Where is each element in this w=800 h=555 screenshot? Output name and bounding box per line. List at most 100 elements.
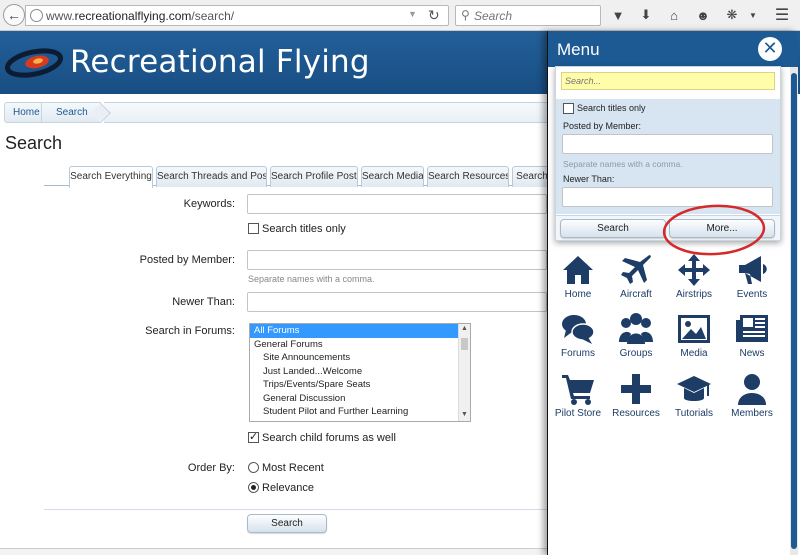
qs-titles-only-label: Search titles only — [577, 103, 646, 113]
airplane-icon — [621, 255, 651, 284]
search-child-forums-checkbox[interactable] — [248, 430, 259, 443]
breadcrumb: Home Search — [4, 102, 604, 123]
order-relevance-label: Relevance — [262, 482, 314, 494]
order-relevance-radio[interactable] — [248, 482, 259, 493]
close-icon[interactable]: ✕ — [758, 37, 782, 61]
menu-item-members[interactable]: Members — [722, 372, 782, 428]
search-child-forums-label: Search child forums as well — [262, 432, 396, 444]
forum-option[interactable]: Just Landed...Welcome — [250, 365, 470, 379]
tab-search-more[interactable]: Search — [512, 166, 552, 187]
megaphone-icon — [739, 256, 767, 284]
newer-than-label: Newer Than: — [172, 296, 235, 308]
posted-by-member-label: Posted by Member: — [139, 254, 235, 266]
qs-search-button[interactable]: Search — [560, 219, 666, 238]
qs-more-button[interactable]: More... — [669, 219, 775, 238]
qs-titles-only-checkbox[interactable] — [563, 103, 574, 114]
keywords-label: Keywords: — [183, 198, 235, 210]
address-bar[interactable]: www.recreationalflying.com/search/ ▼ ↻ — [25, 5, 449, 26]
picture-icon — [678, 315, 710, 343]
menu-item-resources[interactable]: Resources — [606, 372, 666, 428]
menu-item-groups[interactable]: Groups — [606, 312, 666, 368]
group-icon — [619, 313, 653, 344]
keywords-input[interactable] — [247, 194, 547, 214]
globe-icon — [30, 9, 43, 22]
chat-icon[interactable]: ☻ — [694, 6, 712, 24]
qs-member-input[interactable] — [562, 134, 773, 154]
tab-search-everything[interactable]: Search Everything — [69, 166, 153, 188]
order-by-label: Order By: — [187, 462, 235, 474]
site-title[interactable]: Recreational Flying — [70, 44, 370, 80]
quick-search-footer: Search More... — [556, 215, 780, 240]
menu-item-label: Tutorials — [675, 408, 713, 419]
order-most-recent-radio[interactable] — [248, 462, 259, 473]
qs-member-label: Posted by Member: — [563, 121, 642, 131]
menu-item-aircraft[interactable]: Aircraft — [606, 253, 666, 309]
move-arrows-icon — [678, 254, 710, 286]
menu-title: Menu — [557, 40, 600, 59]
back-arrow-icon[interactable]: ← — [3, 4, 25, 26]
download-icon[interactable]: ⬇ — [637, 6, 655, 24]
menu-item-tutorials[interactable]: Tutorials — [664, 372, 724, 428]
pocket-icon[interactable]: ▼ — [609, 6, 627, 24]
forum-option[interactable]: All Forums — [250, 324, 470, 338]
tab-search-media[interactable]: Search Media — [361, 166, 424, 187]
browser-search-box[interactable]: ⚲ — [455, 5, 601, 26]
menu-item-news[interactable]: News — [722, 312, 782, 368]
posted-by-member-input[interactable] — [247, 250, 547, 270]
forum-list-scrollbar[interactable]: ▲ ▼ — [458, 324, 470, 421]
home-icon[interactable]: ⌂ — [665, 6, 683, 24]
logo-swoosh-icon[interactable] — [4, 45, 66, 81]
search-submit-button[interactable]: Search — [247, 514, 327, 533]
history-dropdown-icon[interactable]: ▼ — [408, 9, 417, 19]
search-titles-only-label: Search titles only — [262, 223, 346, 235]
plus-icon — [621, 374, 651, 404]
quick-search-input[interactable] — [561, 72, 775, 90]
search-tabs: Search Everything Search Threads and Pos… — [44, 166, 564, 188]
menu-item-media[interactable]: Media — [664, 312, 724, 368]
breadcrumb-home[interactable]: Home — [4, 102, 42, 123]
qs-newer-input[interactable] — [562, 187, 773, 207]
forum-option[interactable]: General Discussion — [250, 392, 470, 406]
newer-than-input[interactable] — [247, 292, 547, 312]
menu-scrollbar-thumb[interactable] — [791, 73, 797, 549]
forum-option[interactable]: Trips/Events/Spare Seats — [250, 378, 470, 392]
menu-item-label: Members — [731, 408, 773, 419]
forum-option[interactable]: Student Pilot and Further Learning — [250, 405, 470, 419]
menu-item-events[interactable]: Events — [722, 253, 782, 309]
menu-item-label: Aircraft — [620, 289, 652, 300]
page-footer — [0, 548, 547, 555]
tab-search-resources[interactable]: Search Resources — [427, 166, 509, 187]
menu-item-label: Forums — [561, 348, 595, 359]
user-icon — [738, 374, 766, 405]
forum-select-list[interactable]: All Forums General Forums Site Announcem… — [249, 323, 471, 422]
chevron-down-icon[interactable]: ▼ — [744, 6, 762, 24]
form-divider — [44, 509, 547, 510]
member-hint: Separate names with a comma. — [248, 274, 375, 284]
tab-search-threads-posts[interactable]: Search Threads and Posts — [156, 166, 267, 187]
scrollbar-thumb[interactable] — [461, 338, 468, 350]
menu-item-home[interactable]: Home — [548, 253, 608, 309]
breadcrumb-bar — [104, 102, 554, 123]
menu-item-airstrips[interactable]: Airstrips — [664, 253, 724, 309]
browser-search-input[interactable] — [474, 8, 594, 23]
scroll-down-icon[interactable]: ▼ — [461, 411, 468, 418]
forum-option[interactable]: General Forums — [250, 338, 470, 352]
menu-scrollbar[interactable] — [790, 67, 798, 555]
tab-search-profile-posts[interactable]: Search Profile Posts — [270, 166, 358, 187]
menu-item-label: Resources — [612, 408, 660, 419]
address-url: www.recreationalflying.com/search/ — [46, 9, 235, 23]
search-titles-only-checkbox[interactable] — [248, 223, 259, 234]
menu-item-label: Airstrips — [675, 289, 713, 300]
breadcrumb-search[interactable]: Search — [41, 102, 101, 123]
scroll-up-icon[interactable]: ▲ — [461, 325, 468, 332]
forum-option[interactable]: Site Announcements — [250, 351, 470, 365]
graduation-cap-icon — [677, 376, 711, 401]
menu-item-forums[interactable]: Forums — [548, 312, 608, 368]
newspaper-icon — [736, 315, 768, 342]
reload-icon[interactable]: ↻ — [428, 7, 440, 24]
extension-icon[interactable]: ❋ — [723, 6, 741, 24]
hamburger-menu-icon[interactable]: ☰ — [773, 6, 791, 24]
menu-item-label: Pilot Store — [554, 408, 602, 419]
menu-item-pilot-store[interactable]: Pilot Store — [548, 372, 608, 428]
menu-header: Menu ✕ — [548, 31, 798, 67]
